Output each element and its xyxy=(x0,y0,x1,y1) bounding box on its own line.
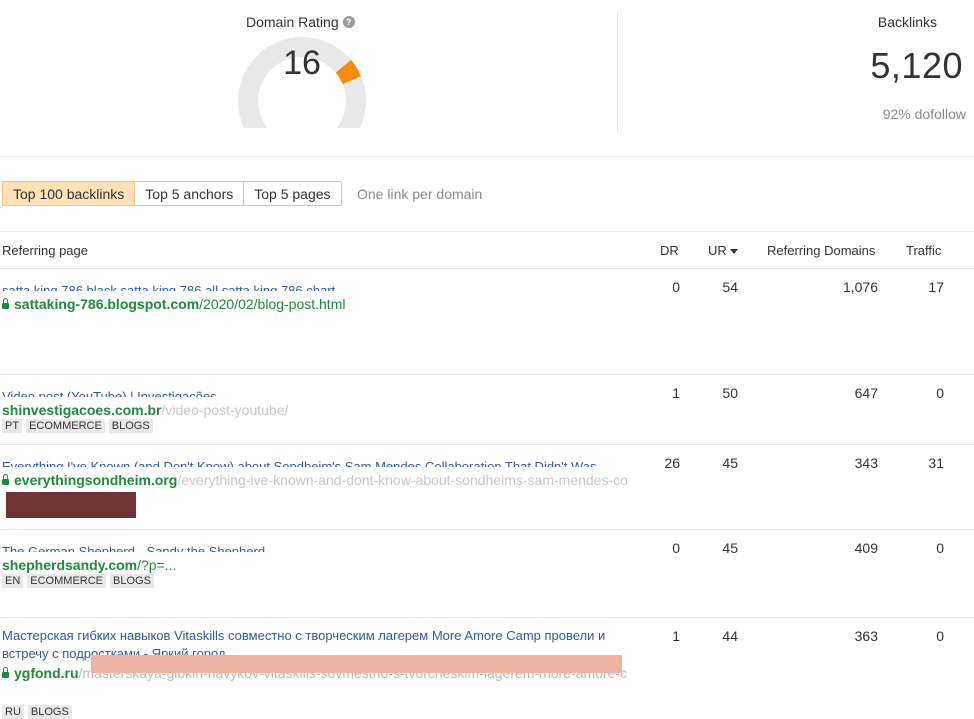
row-3-title-link[interactable]: Everything I've Known (and Don't Know) a… xyxy=(2,457,597,467)
row-divider xyxy=(0,374,974,375)
table-header-divider xyxy=(0,268,974,269)
backlinks-label: Backlinks xyxy=(877,14,937,30)
row-divider xyxy=(0,444,974,445)
redaction-block xyxy=(6,492,136,518)
row-1-traffic: 17 xyxy=(928,279,944,295)
lock-icon xyxy=(2,667,9,678)
row-1-referring-domains[interactable]: 1,076 xyxy=(760,279,878,295)
tag-ecommerce: ECOMMERCE xyxy=(27,574,107,588)
row-4-url[interactable]: shepherdsandy.com/?p=... xyxy=(2,556,176,574)
backlink-tabs: Top 100 backlinks Top 5 anchors Top 5 pa… xyxy=(2,181,342,206)
tag-language: PT xyxy=(2,419,23,433)
tabs-divider xyxy=(0,231,974,232)
row-3-traffic: 31 xyxy=(928,455,944,471)
row-5-traffic: 0 xyxy=(936,628,944,644)
domain-rating-label: Domain Rating? xyxy=(246,14,355,30)
row-1-domain: sattaking-786.blogspot.com xyxy=(14,296,200,312)
row-5-referring-domains[interactable]: 363 xyxy=(760,628,878,644)
question-mark-icon[interactable]: ? xyxy=(342,16,355,28)
lock-icon xyxy=(2,298,9,309)
row-4-referring-domains[interactable]: 409 xyxy=(760,540,878,556)
metrics-divider xyxy=(617,12,618,132)
row-5-dr: 1 xyxy=(672,628,680,644)
domain-rating-value: 16 xyxy=(283,44,321,82)
row-1-url[interactable]: sattaking-786.blogspot.com/2020/02/blog-… xyxy=(2,295,345,313)
row-4-domain: shepherdsandy.com xyxy=(2,557,138,573)
row-5-tags: RU BLOGS xyxy=(2,705,72,719)
row-4-ur: 45 xyxy=(722,540,738,556)
row-2-url[interactable]: shinvestigacoes.com.br/video-post-youtub… xyxy=(2,401,288,419)
header-referring-domains[interactable]: Referring Domains xyxy=(767,243,875,258)
row-2-dr: 1 xyxy=(672,385,680,401)
tab-top-5-anchors[interactable]: Top 5 anchors xyxy=(135,181,245,206)
header-referring-page[interactable]: Referring page xyxy=(2,243,88,258)
row-3-ur: 45 xyxy=(722,455,738,471)
row-2-ur: 50 xyxy=(722,385,738,401)
tag-blogs: BLOGS xyxy=(110,574,154,588)
row-2-title-link[interactable]: Video post (YouTube) | Investigações xyxy=(2,387,217,397)
one-link-per-domain-note: One link per domain xyxy=(357,186,483,202)
row-5-ur: 44 xyxy=(722,628,738,644)
header-ur[interactable]: UR xyxy=(708,243,738,258)
tab-top-100-backlinks[interactable]: Top 100 backlinks xyxy=(2,181,136,206)
row-5-domain: ygfond.ru xyxy=(14,665,79,681)
row-1-title-link[interactable]: satta king 786 black satta king 786 all … xyxy=(2,281,335,291)
header-dr[interactable]: DR xyxy=(660,243,679,258)
row-1-path: /2020/02/blog-post.html xyxy=(199,296,346,312)
tag-ecommerce: ECOMMERCE xyxy=(26,419,105,433)
redaction-block xyxy=(91,655,622,673)
tag-blogs: BLOGS xyxy=(27,705,72,719)
backlinks-dofollow: 92% dofollow xyxy=(882,106,966,122)
lock-icon xyxy=(2,474,9,485)
row-3-path: /everything-ive-known-and-dont-know-abou… xyxy=(177,472,627,488)
row-4-path: /?p=... xyxy=(137,557,177,573)
row-2-domain: shinvestigacoes.com.br xyxy=(2,402,162,418)
row-1-ur: 54 xyxy=(722,279,738,295)
section-divider xyxy=(0,156,974,157)
domain-rating-label-text: Domain Rating xyxy=(246,14,339,30)
backlinks-value: 5,120 xyxy=(870,45,963,86)
row-2-referring-domains[interactable]: 647 xyxy=(760,385,878,401)
tag-language: RU xyxy=(2,705,24,719)
row-2-tags: PT ECOMMERCE BLOGS xyxy=(2,419,153,433)
row-1-dr: 0 xyxy=(672,279,680,295)
row-4-dr: 0 xyxy=(672,540,680,556)
row-3-referring-domains[interactable]: 343 xyxy=(760,455,878,471)
tab-top-5-pages[interactable]: Top 5 pages xyxy=(244,181,342,206)
row-3-dr: 26 xyxy=(664,455,680,471)
row-divider xyxy=(0,529,974,530)
tag-blogs: BLOGS xyxy=(108,419,153,433)
header-ur-label: UR xyxy=(708,243,727,258)
row-2-path: /video-post-youtube/ xyxy=(161,402,289,418)
row-divider xyxy=(0,617,974,618)
row-4-tags: EN ECOMMERCE BLOGS xyxy=(2,574,154,588)
caret-down-icon xyxy=(729,249,738,254)
row-3-domain: everythingsondheim.org xyxy=(14,472,178,488)
row-3-url[interactable]: everythingsondheim.org/everything-ive-kn… xyxy=(2,471,627,489)
row-2-traffic: 0 xyxy=(936,385,944,401)
header-traffic[interactable]: Traffic xyxy=(906,243,941,258)
tag-language: EN xyxy=(2,574,24,588)
row-4-traffic: 0 xyxy=(936,540,944,556)
row-4-title-link[interactable]: The German Shepherd - Sandy the Shepherd xyxy=(2,542,265,552)
